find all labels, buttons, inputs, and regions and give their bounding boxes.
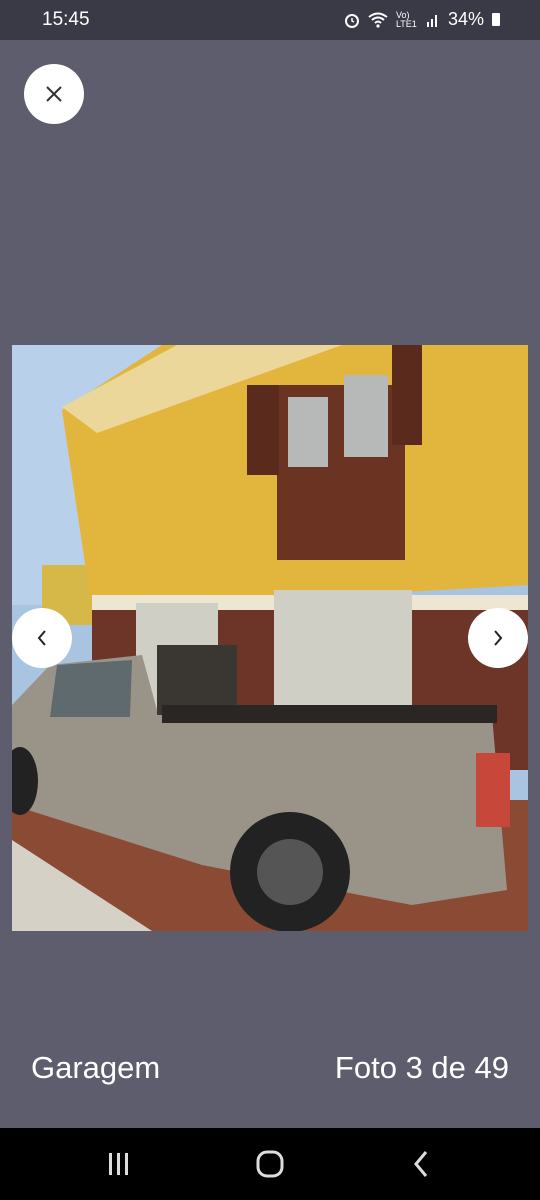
wifi-icon	[368, 12, 388, 28]
network-label: Vo) LTE1	[395, 9, 417, 29]
battery-percent: 34%	[447, 9, 484, 29]
status-time: 15:45	[42, 9, 90, 30]
chevron-left-icon	[37, 630, 46, 646]
signal-icon	[426, 14, 437, 27]
previous-photo-button[interactable]	[12, 608, 72, 668]
status-icons: Vo) LTE1 34%	[344, 9, 500, 30]
photo-caption: Garagem	[31, 1050, 161, 1085]
status-bar: 15:45 Vo) LTE1 34%	[0, 0, 540, 40]
recent-apps-button[interactable]	[99, 1148, 139, 1180]
property-photo	[12, 345, 528, 931]
photo-counter: Foto 3 de 49	[334, 1050, 509, 1085]
close-icon	[46, 86, 62, 102]
next-photo-button[interactable]	[468, 608, 528, 668]
system-navigation-bar	[0, 1128, 540, 1200]
alarm-icon	[344, 13, 359, 28]
back-icon	[414, 1151, 428, 1177]
back-button[interactable]	[401, 1148, 441, 1180]
home-icon	[256, 1150, 284, 1178]
battery-icon	[492, 13, 500, 26]
chevron-right-icon	[494, 630, 503, 646]
close-button[interactable]	[24, 64, 84, 124]
home-button[interactable]	[250, 1148, 290, 1180]
recent-apps-icon	[109, 1153, 128, 1175]
